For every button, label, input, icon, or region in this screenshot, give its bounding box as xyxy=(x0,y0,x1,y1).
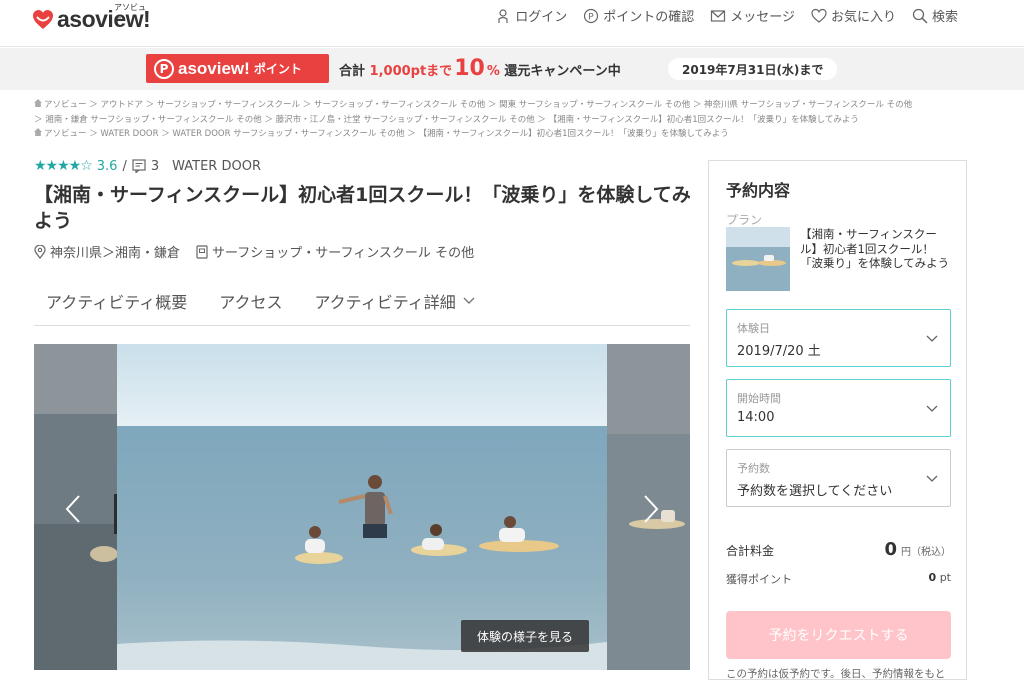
start-time-select[interactable]: 開始時間 14:00 xyxy=(726,379,951,437)
nav-messages-label: メッセージ xyxy=(730,10,795,25)
tab-label: アクセス xyxy=(219,293,283,312)
points-label: 獲得ポイント xyxy=(726,573,792,586)
location-link[interactable]: 神奈川県＞湘南・鎌倉 xyxy=(34,242,180,261)
breadcrumb-line[interactable]: アソビュー ＞ WATER DOOR ＞ WATER DOOR サーフショップ・… xyxy=(34,127,994,142)
nav-points-label: ポイントの確認 xyxy=(603,10,695,25)
breadcrumb-text[interactable]: アソビュー ＞ WATER DOOR ＞ WATER DOOR サーフショップ・… xyxy=(44,129,729,139)
chevron-down-icon xyxy=(463,297,475,304)
map-pin-icon xyxy=(34,244,46,259)
search-icon xyxy=(912,8,928,24)
nav-points[interactable]: P ポイントの確認 xyxy=(583,6,694,25)
gallery-next-arrow-icon[interactable] xyxy=(640,494,660,524)
date-label: 体験日 xyxy=(737,322,770,335)
breadcrumb-text[interactable]: アソビュー ＞ アウトドア ＞ サーフショップ・サーフィンスクール ＞ サーフシ… xyxy=(44,100,912,110)
page-title: 【湘南・サーフィンスクール】初心者1回スクール！「波乗り」を体験してみよう xyxy=(34,184,691,232)
rating-value: 3.6 xyxy=(96,158,118,174)
campaign-percent-unit: % xyxy=(486,64,500,79)
date-value: 2019/7/20 土 xyxy=(737,344,821,359)
tab-label: アクティビティ詳細 xyxy=(314,293,456,312)
request-reservation-button[interactable]: 予約をリクエストする xyxy=(726,611,951,659)
nav-messages[interactable]: メッセージ xyxy=(710,6,795,25)
nav-favorites[interactable]: お気に入り xyxy=(811,6,896,25)
home-icon xyxy=(34,99,42,107)
home-icon xyxy=(34,128,42,136)
heart-logo-icon xyxy=(33,9,53,29)
chevron-down-icon xyxy=(926,475,938,482)
header-nav: ログイン P ポイントの確認 メッセージ お気に入り 検索 xyxy=(495,6,958,25)
tab-overview[interactable]: アクティビティ概要 xyxy=(34,278,207,325)
provider-name[interactable]: WATER DOOR xyxy=(172,159,261,174)
category-icon xyxy=(196,244,208,259)
total-price-row: 合計料金 0 円（税込） xyxy=(726,539,951,560)
point-icon: P xyxy=(154,58,174,79)
tab-bar: アクティビティ概要 アクセス アクティビティ詳細 xyxy=(34,278,690,326)
reservation-panel: 予約内容 プラン 【湘南・サーフィンスクール】初心者1回スクール！「波乗り」を体… xyxy=(708,160,967,680)
campaign-prefix: 合計 xyxy=(339,64,366,79)
site-logo[interactable]: asoview! アソビュー xyxy=(32,3,151,33)
badge-label: ポイント xyxy=(253,62,302,76)
points-value: 0 xyxy=(928,571,937,584)
campaign-text: 合計 1,000ptまで 10 % 還元キャンペーン中 xyxy=(339,56,621,81)
plan-label: プラン xyxy=(726,213,763,227)
points-unit: pt xyxy=(939,571,951,584)
total-unit: 円（税込） xyxy=(901,547,951,558)
quantity-label: 予約数 xyxy=(737,462,770,475)
logo-kana: アソビュー xyxy=(114,3,146,23)
time-value: 14:00 xyxy=(737,410,775,425)
reservation-title: 予約内容 xyxy=(726,181,791,200)
review-count[interactable]: 3 xyxy=(151,159,159,174)
tab-label: アクティビティ概要 xyxy=(46,293,188,312)
svg-text:P: P xyxy=(588,12,594,22)
badge-brand: asoview! xyxy=(178,58,250,78)
view-experience-button[interactable]: 体験の様子を見る xyxy=(461,620,589,652)
site-header: asoview! アソビュー ログイン P ポイントの確認 メッセージ お気に入… xyxy=(0,0,1024,47)
tab-details[interactable]: アクティビティ詳細 xyxy=(302,278,495,325)
nav-favorites-label: お気に入り xyxy=(830,10,896,25)
time-label: 開始時間 xyxy=(737,392,781,405)
points-badge: P asoview! ポイント xyxy=(146,54,329,83)
photo-gallery: 体験の様子を見る xyxy=(34,344,690,670)
reservation-note: この予約は仮予約です。後日、予約情報をもと xyxy=(726,668,946,680)
breadcrumb-line[interactable]: アソビュー ＞ アウトドア ＞ サーフショップ・サーフィンスクール ＞ サーフシ… xyxy=(34,98,994,113)
plan-thumbnail xyxy=(726,227,790,291)
campaign-banner[interactable]: P asoview! ポイント 合計 1,000ptまで 10 % 還元キャンペ… xyxy=(0,48,1024,90)
campaign-percent: 10 xyxy=(454,56,485,81)
activity-meta: 神奈川県＞湘南・鎌倉 サーフショップ・サーフィンスクール その他 xyxy=(34,242,474,261)
plan-name[interactable]: 【湘南・サーフィンスクール】初心者1回スクール！「波乗り」を体験してみよう xyxy=(800,227,950,271)
campaign-suffix: 還元キャンペーン中 xyxy=(504,64,621,79)
chevron-down-icon xyxy=(926,335,938,342)
rating-stars: ★★★★☆ xyxy=(34,158,93,174)
nav-login[interactable]: ログイン xyxy=(495,6,567,25)
breadcrumb-text[interactable]: ＞ 湘南・鎌倉 サーフショップ・サーフィンスクール その他 ＞ 藤沢市・江ノ島・… xyxy=(34,115,859,125)
quantity-select[interactable]: 予約数 予約数を選択してください xyxy=(726,449,951,507)
quantity-value: 予約数を選択してください xyxy=(737,484,893,499)
category-text: サーフショップ・サーフィンスクール その他 xyxy=(212,246,475,261)
campaign-points: 1,000ptまで xyxy=(369,64,453,79)
date-select[interactable]: 体験日 2019/7/20 土 xyxy=(726,309,951,367)
category-link[interactable]: サーフショップ・サーフィンスクール その他 xyxy=(196,242,474,261)
chevron-down-icon xyxy=(926,405,938,412)
heart-icon xyxy=(811,8,827,23)
review-icon xyxy=(132,159,146,173)
campaign-date: 2019年7月31日(水)まで xyxy=(668,58,838,80)
rating-separator: / xyxy=(122,158,127,174)
total-price: 0 xyxy=(884,539,897,560)
mail-icon xyxy=(711,9,726,22)
point-icon: P xyxy=(584,8,599,23)
person-icon xyxy=(498,8,508,23)
total-label: 合計料金 xyxy=(726,544,775,558)
nav-login-label: ログイン xyxy=(515,10,568,25)
location-text: 神奈川県＞湘南・鎌倉 xyxy=(50,246,181,261)
tab-access[interactable]: アクセス xyxy=(207,278,302,325)
rating-row: ★★★★☆ 3.6 / 3 WATER DOOR xyxy=(34,158,261,174)
nav-search-label: 検索 xyxy=(931,10,958,25)
breadcrumb-line[interactable]: ＞ 湘南・鎌倉 サーフショップ・サーフィンスクール その他 ＞ 藤沢市・江ノ島・… xyxy=(34,113,994,128)
nav-search[interactable]: 検索 xyxy=(912,6,958,25)
breadcrumb: アソビュー ＞ アウトドア ＞ サーフショップ・サーフィンスクール ＞ サーフシ… xyxy=(34,98,994,142)
points-row: 獲得ポイント 0 pt xyxy=(726,571,951,587)
gallery-prev-arrow-icon[interactable] xyxy=(64,494,84,524)
